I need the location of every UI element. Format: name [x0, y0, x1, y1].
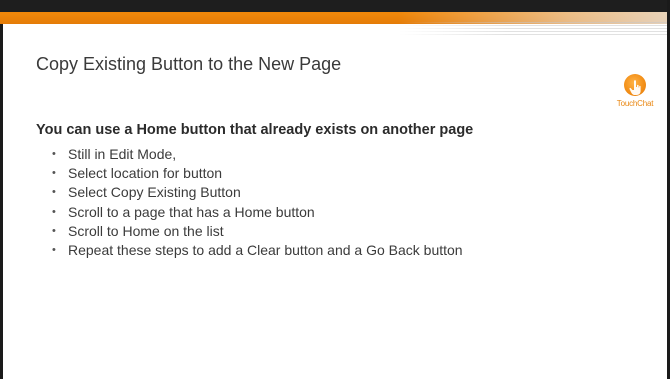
header-dark-strip	[0, 0, 670, 12]
bullet-text: Scroll to Home on the list	[68, 222, 224, 239]
slide-left-border	[0, 24, 3, 379]
bullet-text: Select location for button	[68, 165, 223, 182]
bullet-dot: •	[52, 244, 56, 257]
bullet-dot: •	[52, 148, 56, 160]
bullet-dot: •	[52, 186, 56, 199]
bullet-list: • Still in Edit Mode, • Select location fo…	[52, 145, 612, 260]
slide: Copy Existing Button to the New Page Tou…	[0, 0, 670, 379]
bullet-dot: •	[52, 167, 56, 180]
bullet-text: Scroll to a page that has a Home button	[68, 203, 315, 220]
bullet-item: • Scroll to Home on the list	[52, 222, 612, 241]
hand-touch-icon	[629, 80, 641, 95]
bullet-item: • Select location for button	[52, 164, 612, 183]
slide-heading: You can use a Home button that already e…	[36, 122, 474, 138]
bullet-text: Select Copy Existing Button	[68, 184, 241, 201]
logo-wordmark: TouchChat	[616, 99, 654, 108]
bullet-item: • Repeat these steps to add a Clear butto…	[52, 241, 612, 260]
bullet-dot: •	[52, 205, 56, 218]
bullet-item: • Still in Edit Mode,	[52, 145, 612, 164]
bullet-text: Repeat these steps to add a Clear button…	[68, 242, 463, 259]
bullet-item: • Select Copy Existing Button	[52, 183, 612, 202]
bullet-dot: •	[52, 224, 56, 237]
bullet-item: • Scroll to a page that has a Home button	[52, 203, 612, 222]
bullet-text: Still in Edit Mode,	[68, 146, 177, 162]
slide-title: Copy Existing Button to the New Page	[36, 54, 342, 74]
touchchat-logo: TouchChat	[612, 74, 658, 120]
header-line-texture	[400, 22, 670, 36]
